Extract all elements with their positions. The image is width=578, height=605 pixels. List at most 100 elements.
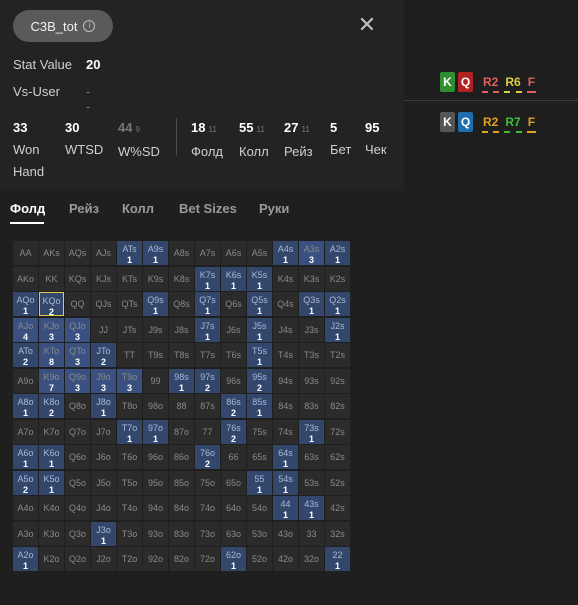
hand-cell-J5o[interactable]: J5o xyxy=(91,470,116,495)
hand-cell-A6o[interactable]: A6o 1 xyxy=(13,445,38,469)
hand-cell-J7o[interactable]: J7o xyxy=(91,419,116,444)
hand-cell-T5s[interactable]: T5s 1 xyxy=(247,343,272,367)
hand-cell-66[interactable]: 66 xyxy=(221,445,246,469)
hand-cell-Q6s[interactable]: Q6s xyxy=(221,292,246,316)
hand-cell-53o[interactable]: 53o xyxy=(247,521,272,546)
hand-cell-87s[interactable]: 87s xyxy=(195,394,220,418)
hand-cell-Q7o[interactable]: Q7o xyxy=(65,419,90,444)
hand-cell-K8o[interactable]: K8o 2 xyxy=(39,394,64,418)
hand-cell-99[interactable]: 99 xyxy=(143,368,168,393)
hand-cell-85s[interactable]: 85s 1 xyxy=(247,394,272,418)
hand-cell-86s[interactable]: 86s 2 xyxy=(221,394,246,418)
hand-cell-82s[interactable]: 82s xyxy=(325,394,350,418)
hand-cell-22[interactable]: 22 1 xyxy=(325,547,350,571)
tab-1[interactable]: Рейз xyxy=(69,201,99,216)
hand-cell-94o[interactable]: 94o xyxy=(143,496,168,520)
hand-cell-64o[interactable]: 64o xyxy=(221,496,246,520)
hand-cell-Q2s[interactable]: Q2s 1 xyxy=(325,292,350,316)
hand-cell-43o[interactable]: 43o xyxy=(273,521,298,546)
hand-cell-32o[interactable]: 32o xyxy=(299,547,324,571)
hand-cell-76s[interactable]: 76s 2 xyxy=(221,419,246,444)
hand-cell-72s[interactable]: 72s xyxy=(325,419,350,444)
hand-cell-QTo[interactable]: QTo 3 xyxy=(65,343,90,367)
hand-cell-85o[interactable]: 85o xyxy=(169,470,194,495)
hand-cell-74o[interactable]: 74o xyxy=(195,496,220,520)
tab-0[interactable]: Фолд xyxy=(10,201,45,216)
stat-name-pill[interactable]: C3B_tot i xyxy=(13,10,113,42)
hand-cell-96o[interactable]: 96o xyxy=(143,445,168,469)
hand-cell-JJ[interactable]: JJ xyxy=(91,317,116,342)
hand-cell-AQo[interactable]: AQo 1 xyxy=(13,292,38,316)
hand-cell-J5s[interactable]: J5s 1 xyxy=(247,317,272,342)
hand-cell-T9o[interactable]: T9o 3 xyxy=(117,368,142,393)
hand-cell-QJo[interactable]: QJo 3 xyxy=(65,317,90,342)
hand-cell-82o[interactable]: 82o xyxy=(169,547,194,571)
hand-cell-K8s[interactable]: K8s xyxy=(169,266,194,291)
hand-cell-KTs[interactable]: KTs xyxy=(117,266,142,291)
hand-cell-84o[interactable]: 84o xyxy=(169,496,194,520)
hand-cell-K9o[interactable]: K9o 7 xyxy=(39,368,64,393)
hand-cell-J9s[interactable]: J9s xyxy=(143,317,168,342)
hand-cell-98s[interactable]: 98s 1 xyxy=(169,368,194,393)
hand-cell-Q6o[interactable]: Q6o xyxy=(65,445,90,469)
hand-cell-AKs[interactable]: AKs xyxy=(39,241,64,265)
hand-cell-96s[interactable]: 96s xyxy=(221,368,246,393)
hand-cell-KJs[interactable]: KJs xyxy=(91,266,116,291)
hand-cell-94s[interactable]: 94s xyxy=(273,368,298,393)
hand-cell-Q9o[interactable]: Q9o 3 xyxy=(65,368,90,393)
hand-cell-75s[interactable]: 75s xyxy=(247,419,272,444)
hand-cell-A3s[interactable]: A3s 3 xyxy=(299,241,324,265)
hand-cell-TT[interactable]: TT xyxy=(117,343,142,367)
hand-cell-A7s[interactable]: A7s xyxy=(195,241,220,265)
hand-cell-K5o[interactable]: K5o 1 xyxy=(39,470,64,495)
hand-cell-83s[interactable]: 83s xyxy=(299,394,324,418)
hand-cell-95o[interactable]: 95o xyxy=(143,470,168,495)
hand-cell-J3s[interactable]: J3s xyxy=(299,317,324,342)
hand-cell-62s[interactable]: 62s xyxy=(325,445,350,469)
hand-cell-Q3s[interactable]: Q3s 1 xyxy=(299,292,324,316)
hand-cell-43s[interactable]: 43s 1 xyxy=(299,496,324,520)
hand-cell-JTo[interactable]: JTo 2 xyxy=(91,343,116,367)
hand-cell-97s[interactable]: 97s 2 xyxy=(195,368,220,393)
hand-cell-T2o[interactable]: T2o xyxy=(117,547,142,571)
hand-cell-AJs[interactable]: AJs xyxy=(91,241,116,265)
hand-cell-A4s[interactable]: A4s 1 xyxy=(273,241,298,265)
hand-cell-KTo[interactable]: KTo 8 xyxy=(39,343,64,367)
hand-cell-A9o[interactable]: A9o xyxy=(13,368,38,393)
hand-cell-33[interactable]: 33 xyxy=(299,521,324,546)
hand-cell-AQs[interactable]: AQs xyxy=(65,241,90,265)
hand-cell-83o[interactable]: 83o xyxy=(169,521,194,546)
hand-cell-65s[interactable]: 65s xyxy=(247,445,272,469)
hand-cell-44[interactable]: 44 1 xyxy=(273,496,298,520)
hand-cell-Q5s[interactable]: Q5s 1 xyxy=(247,292,272,316)
hand-cell-93o[interactable]: 93o xyxy=(143,521,168,546)
hand-cell-T2s[interactable]: T2s xyxy=(325,343,350,367)
hand-cell-84s[interactable]: 84s xyxy=(273,394,298,418)
hand-cell-T7o[interactable]: T7o 1 xyxy=(117,419,142,444)
hand-cell-92o[interactable]: 92o xyxy=(143,547,168,571)
hand-cell-54o[interactable]: 54o xyxy=(247,496,272,520)
hand-cell-53s[interactable]: 53s xyxy=(299,470,324,495)
hand-cell-AA[interactable]: AA xyxy=(13,241,38,265)
hand-cell-52s[interactable]: 52s xyxy=(325,470,350,495)
hand-cell-Q4s[interactable]: Q4s xyxy=(273,292,298,316)
hand-cell-Q9s[interactable]: Q9s 1 xyxy=(143,292,168,316)
hand-cell-63s[interactable]: 63s xyxy=(299,445,324,469)
hand-cell-KJo[interactable]: KJo 3 xyxy=(39,317,64,342)
hand-cell-Q4o[interactable]: Q4o xyxy=(65,496,90,520)
hand-cell-K6o[interactable]: K6o 1 xyxy=(39,445,64,469)
hand-cell-77[interactable]: 77 xyxy=(195,419,220,444)
hand-cell-A7o[interactable]: A7o xyxy=(13,419,38,444)
hand-cell-Q7s[interactable]: Q7s 1 xyxy=(195,292,220,316)
hand-cell-97o[interactable]: 97o 1 xyxy=(143,419,168,444)
hand-cell-ATo[interactable]: ATo 2 xyxy=(13,343,38,367)
hand-cell-JTs[interactable]: JTs xyxy=(117,317,142,342)
hand-cell-T6o[interactable]: T6o xyxy=(117,445,142,469)
hand-cell-A6s[interactable]: A6s xyxy=(221,241,246,265)
hand-cell-J2o[interactable]: J2o xyxy=(91,547,116,571)
hand-cell-54s[interactable]: 54s 1 xyxy=(273,470,298,495)
hand-cell-T8o[interactable]: T8o xyxy=(117,394,142,418)
hand-cell-AKo[interactable]: AKo xyxy=(13,266,38,291)
info-icon[interactable]: i xyxy=(83,20,96,32)
hand-cell-T3s[interactable]: T3s xyxy=(299,343,324,367)
